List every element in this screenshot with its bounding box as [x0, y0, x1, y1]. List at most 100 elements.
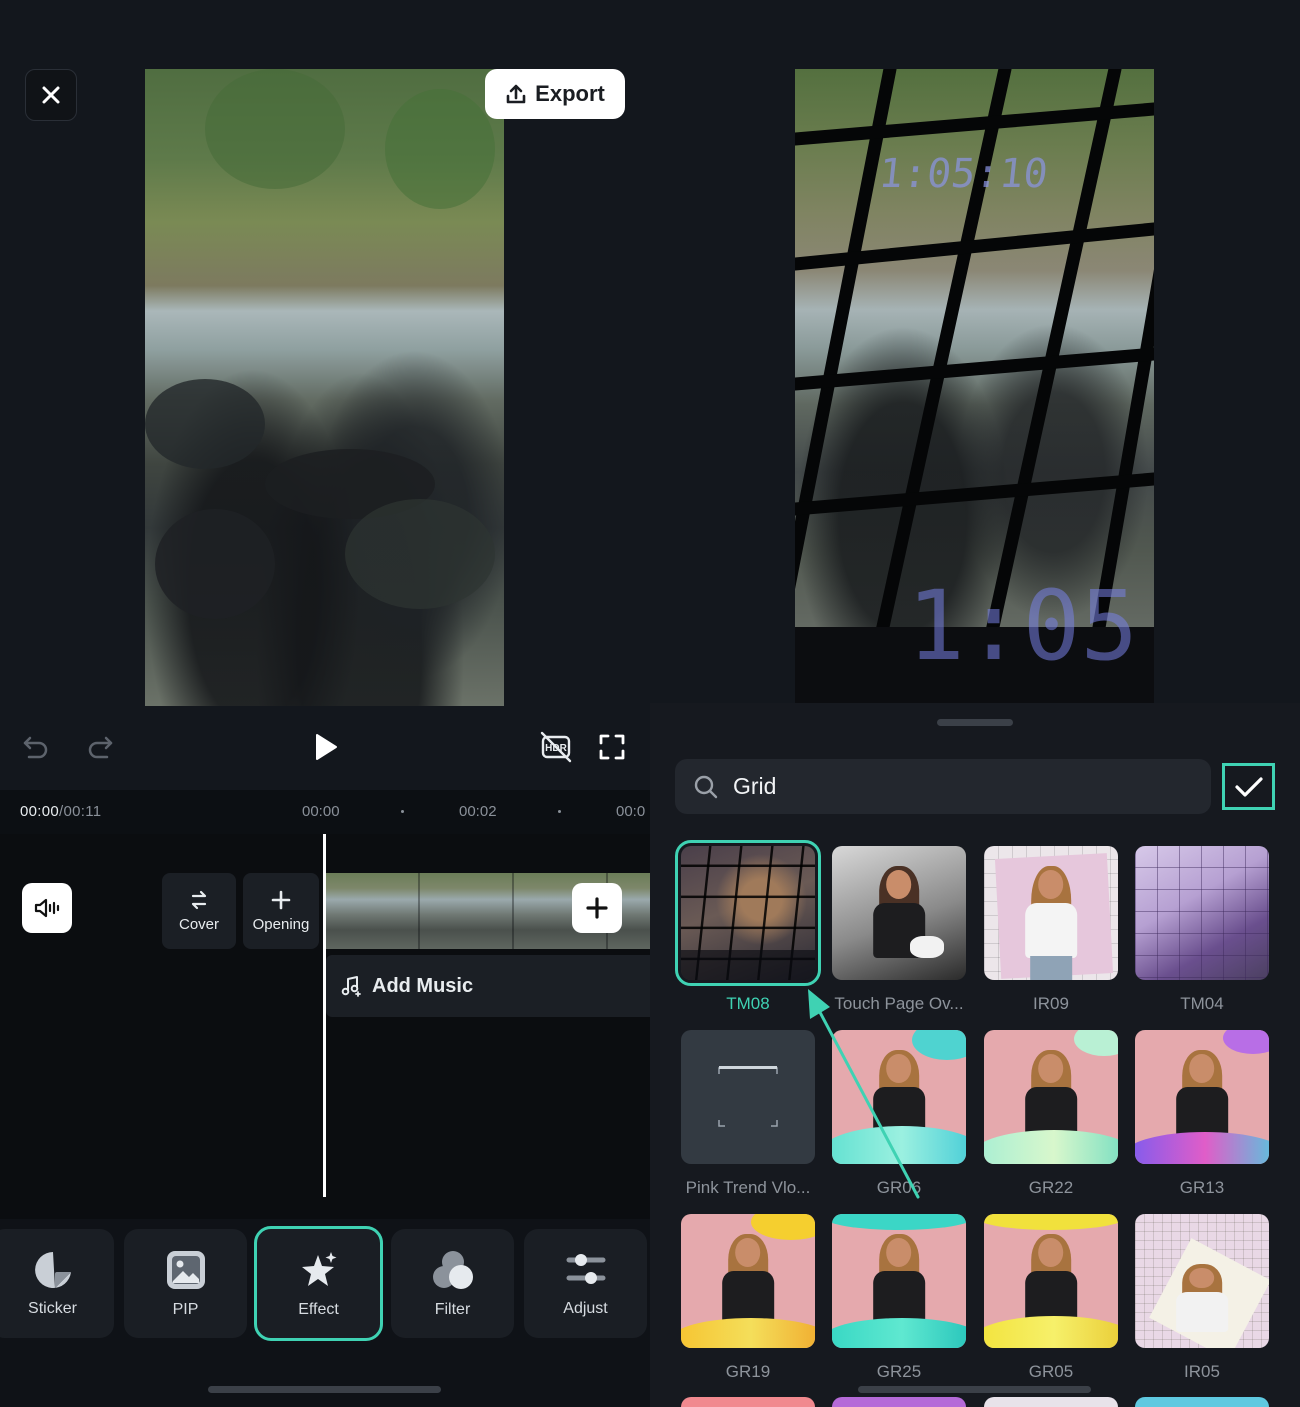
- tool-adjust[interactable]: Adjust: [524, 1229, 647, 1338]
- plus-icon: [271, 890, 291, 909]
- effect-label: GR19: [725, 1362, 771, 1381]
- opening-label: Opening: [252, 915, 310, 933]
- export-label: Export: [535, 81, 605, 106]
- redo-icon: [88, 736, 113, 759]
- fullscreen-button[interactable]: [594, 729, 630, 765]
- home-indicator: [208, 1386, 441, 1393]
- effect-label: IR09: [1033, 994, 1069, 1013]
- effect-thumbnail: [675, 840, 821, 986]
- play-button[interactable]: [306, 729, 346, 765]
- play-icon: [316, 734, 337, 760]
- overlay-timestamp-top: 1:05:10: [877, 151, 1050, 197]
- effect-label: GR13: [1179, 1178, 1225, 1197]
- overlay-timestamp-bottom: 1:05: [907, 570, 1138, 682]
- effect-label: TM08: [726, 994, 770, 1013]
- total-time: /00:11: [59, 803, 102, 820]
- effect-item-gr25[interactable]: GR25: [832, 1214, 966, 1382]
- tool-label: Adjust: [563, 1299, 608, 1317]
- effect-thumbnail: [1135, 1030, 1269, 1164]
- add-music-track[interactable]: Add Music: [326, 955, 650, 1017]
- plus-icon: [586, 897, 608, 919]
- mute-button[interactable]: [22, 883, 72, 933]
- swap-icon: [191, 890, 207, 909]
- effect-item-partial[interactable]: [984, 1397, 1118, 1407]
- effect-item-partial[interactable]: [1135, 1397, 1269, 1407]
- add-clip-button[interactable]: [572, 883, 622, 933]
- ruler-dot: [401, 810, 404, 813]
- effect-item-ir05[interactable]: IR05: [1135, 1214, 1269, 1382]
- effect-thumbnail: [832, 1214, 966, 1348]
- tool-label: Effect: [298, 1300, 339, 1318]
- add-music-label: Add Music: [372, 974, 474, 997]
- frame-divider: [418, 873, 420, 949]
- redo-button[interactable]: [82, 729, 118, 765]
- effect-thumbnail: [1135, 1214, 1269, 1348]
- home-indicator: [858, 1386, 1091, 1393]
- cover-label: Cover: [178, 915, 219, 933]
- effect-label: TM04: [1180, 994, 1224, 1013]
- music-note-icon: [341, 976, 361, 997]
- frame-corners-icon: [718, 1066, 778, 1127]
- effect-preview: 1:05:10 1:05: [795, 69, 1154, 705]
- effect-item-tm08[interactable]: TM08: [675, 840, 821, 1014]
- effect-thumbnail: [681, 1214, 815, 1348]
- search-icon: [694, 775, 718, 798]
- tool-filter[interactable]: Filter: [391, 1229, 514, 1338]
- effect-label: Pink Trend Vlo...: [685, 1178, 811, 1197]
- effect-item-partial[interactable]: [832, 1397, 966, 1407]
- effect-item-partial[interactable]: [681, 1397, 815, 1407]
- confirm-button[interactable]: [1222, 763, 1275, 810]
- close-icon: [42, 86, 60, 104]
- effect-item-ir09[interactable]: IR09: [984, 846, 1118, 1014]
- export-button[interactable]: Export: [485, 69, 625, 119]
- playhead[interactable]: [323, 834, 326, 1197]
- speaker-icon: [34, 898, 60, 918]
- effect-item-gr22[interactable]: GR22: [984, 1030, 1118, 1198]
- ruler-dot: [558, 810, 561, 813]
- effect-label: GR25: [876, 1362, 922, 1381]
- effect-search-input[interactable]: Grid: [675, 759, 1211, 814]
- close-button[interactable]: [25, 69, 77, 121]
- ruler-tick: 00:02: [459, 803, 497, 820]
- effect-label: IR05: [1184, 1362, 1220, 1381]
- playback-toolbar: HDR: [0, 715, 650, 779]
- video-preview: [145, 69, 504, 706]
- annotation-arrow-icon: [808, 989, 920, 1199]
- tool-sticker[interactable]: Sticker: [0, 1229, 114, 1338]
- effect-thumbnail: [984, 1214, 1118, 1348]
- check-icon: [1234, 776, 1263, 797]
- effect-thumbnail: [984, 1030, 1118, 1164]
- hdr-toggle[interactable]: HDR: [536, 727, 576, 767]
- sparkle-star-icon: [301, 1251, 336, 1286]
- tool-effect[interactable]: Effect: [254, 1226, 383, 1341]
- effect-label: GR05: [1028, 1362, 1074, 1381]
- effect-thumbnail: [832, 846, 966, 980]
- ruler-tick: 00:00: [302, 803, 340, 820]
- sliders-icon: [566, 1253, 605, 1284]
- effect-item-pink-trend-vlog[interactable]: Pink Trend Vlo...: [681, 1030, 815, 1198]
- effect-thumbnail: [681, 1030, 815, 1164]
- timecode: 00:00/00:11: [20, 803, 101, 820]
- ruler-tick: 00:0: [616, 803, 646, 820]
- tool-label: Filter: [434, 1300, 471, 1318]
- current-time: 00:00: [20, 803, 60, 820]
- image-icon: [166, 1250, 205, 1289]
- effect-item-gr19[interactable]: GR19: [681, 1214, 815, 1382]
- tool-pip[interactable]: PIP: [124, 1229, 247, 1338]
- editor-screen: Export HDR: [0, 0, 650, 1407]
- effect-item-tm04[interactable]: TM04: [1135, 846, 1269, 1014]
- upload-icon: [506, 84, 526, 104]
- sheet-drag-handle[interactable]: [937, 719, 1013, 726]
- tool-label: Sticker: [28, 1299, 77, 1317]
- tool-label: PIP: [172, 1300, 199, 1318]
- cover-button[interactable]: Cover: [162, 873, 236, 949]
- search-value: Grid: [733, 773, 777, 799]
- undo-button[interactable]: [18, 729, 54, 765]
- undo-icon: [23, 736, 48, 759]
- sticker-icon: [34, 1251, 71, 1288]
- effect-item-gr05[interactable]: GR05: [984, 1214, 1118, 1382]
- effect-item-gr13[interactable]: GR13: [1135, 1030, 1269, 1198]
- effect-label: GR22: [1028, 1178, 1074, 1197]
- frame-divider: [512, 873, 514, 949]
- opening-button[interactable]: Opening: [243, 873, 319, 949]
